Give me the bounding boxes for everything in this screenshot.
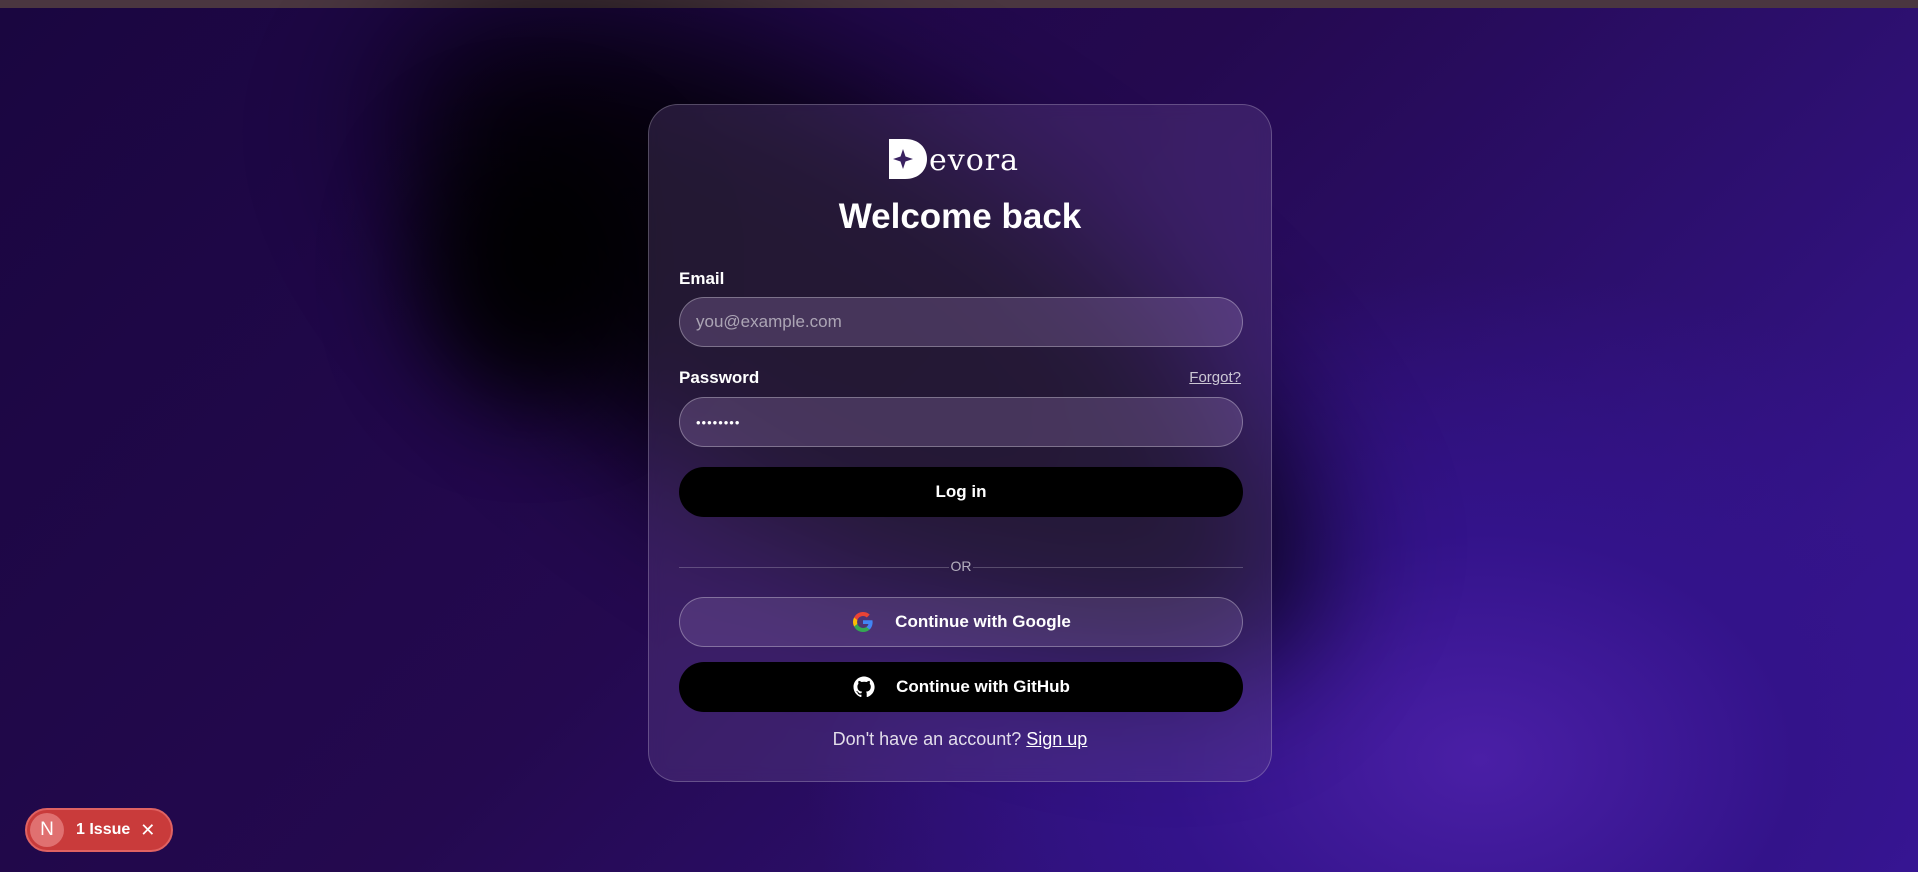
divider-text: OR	[950, 558, 972, 574]
browser-top-strip	[0, 0, 1918, 8]
close-icon[interactable]: ✕	[140, 820, 155, 841]
forgot-password-link[interactable]: Forgot?	[1189, 369, 1241, 386]
signup-row: Don't have an account? Sign up	[649, 729, 1271, 750]
google-login-button[interactable]: Continue with Google	[679, 597, 1243, 647]
page-title: Welcome back	[838, 197, 1082, 236]
signup-prompt: Don't have an account?	[832, 729, 1022, 749]
issue-count-text: 1 Issue	[76, 821, 131, 838]
or-divider: OR	[679, 557, 1243, 577]
github-icon	[853, 676, 875, 698]
login-card: evora Welcome back Email Password Forgot…	[648, 104, 1272, 782]
google-button-label: Continue with Google	[895, 612, 1071, 631]
dev-issues-badge[interactable]: N 1 Issue ✕	[25, 808, 173, 852]
devora-logo-mark	[889, 139, 927, 179]
password-field[interactable]	[679, 397, 1243, 447]
login-button[interactable]: Log in	[679, 467, 1243, 517]
google-icon	[853, 612, 873, 632]
signup-link[interactable]: Sign up	[1026, 729, 1087, 749]
email-label: Email	[679, 269, 725, 288]
brand-logo: evora	[889, 137, 1035, 181]
nextjs-badge-letter: N	[30, 813, 64, 847]
background-shadow-blob-upper	[420, 140, 640, 400]
brand-wordmark: evora	[929, 143, 1019, 178]
password-label: Password	[679, 368, 760, 387]
github-button-label: Continue with GitHub	[896, 677, 1070, 696]
email-field[interactable]	[679, 297, 1243, 347]
github-login-button[interactable]: Continue with GitHub	[679, 662, 1243, 712]
